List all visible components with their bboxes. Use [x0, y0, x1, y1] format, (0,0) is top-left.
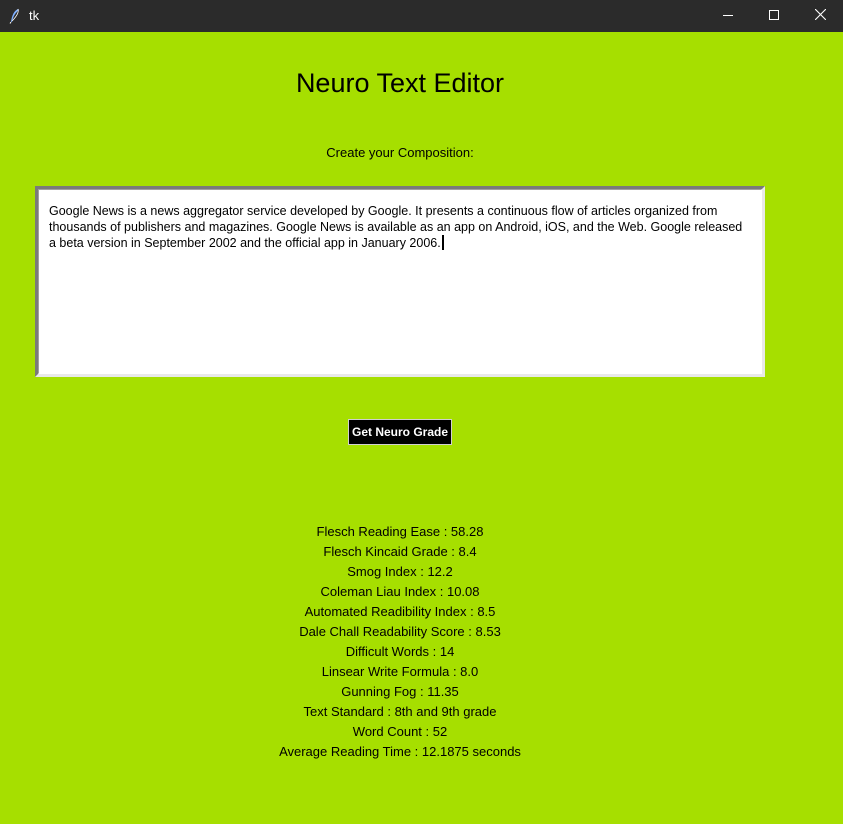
result-word-count: Word Count : 52 [352, 724, 448, 739]
result-coleman-liau-index: Coleman Liau Index : 10.08 [320, 584, 480, 599]
result-difficult-words: Difficult Words : 14 [345, 644, 455, 659]
minimize-button[interactable] [705, 0, 751, 32]
composition-text-area[interactable]: Google News is a news aggregator service… [35, 186, 765, 377]
composition-prompt-label: Create your Composition: [326, 145, 474, 160]
text-cursor [441, 235, 444, 250]
editor-text: Google News is a news aggregator service… [49, 204, 743, 250]
maximize-icon [769, 7, 779, 25]
result-flesch-reading-ease: Flesch Reading Ease : 58.28 [316, 524, 484, 539]
minimize-icon [723, 7, 733, 25]
results-list: Flesch Reading Ease : 58.28 Flesch Kinca… [0, 522, 800, 762]
feather-icon [9, 8, 21, 24]
result-linsear-write-formula: Linsear Write Formula : 8.0 [321, 664, 479, 679]
app-heading: Neuro Text Editor [295, 68, 505, 98]
text-area-content[interactable]: Google News is a news aggregator service… [49, 203, 749, 251]
window-title: tk [29, 8, 40, 23]
title-bar[interactable]: tk [0, 0, 843, 32]
result-dale-chall-score: Dale Chall Readability Score : 8.53 [299, 624, 501, 639]
app-window: tk Neuro Text Editor Create your Composi… [0, 0, 843, 824]
result-average-reading-time: Average Reading Time : 12.1875 seconds [279, 744, 521, 759]
close-button[interactable] [797, 0, 843, 32]
maximize-button[interactable] [751, 0, 797, 32]
get-neuro-grade-button[interactable]: Get Neuro Grade [348, 419, 452, 445]
result-gunning-fog: Gunning Fog : 11.35 [341, 684, 459, 699]
result-text-standard: Text Standard : 8th and 9th grade [303, 704, 497, 719]
result-flesch-kincaid-grade: Flesch Kincaid Grade : 8.4 [323, 544, 477, 559]
close-icon [814, 7, 826, 25]
result-automated-readability-index: Automated Readibility Index : 8.5 [304, 604, 496, 619]
result-smog-index: Smog Index : 12.2 [347, 564, 453, 579]
